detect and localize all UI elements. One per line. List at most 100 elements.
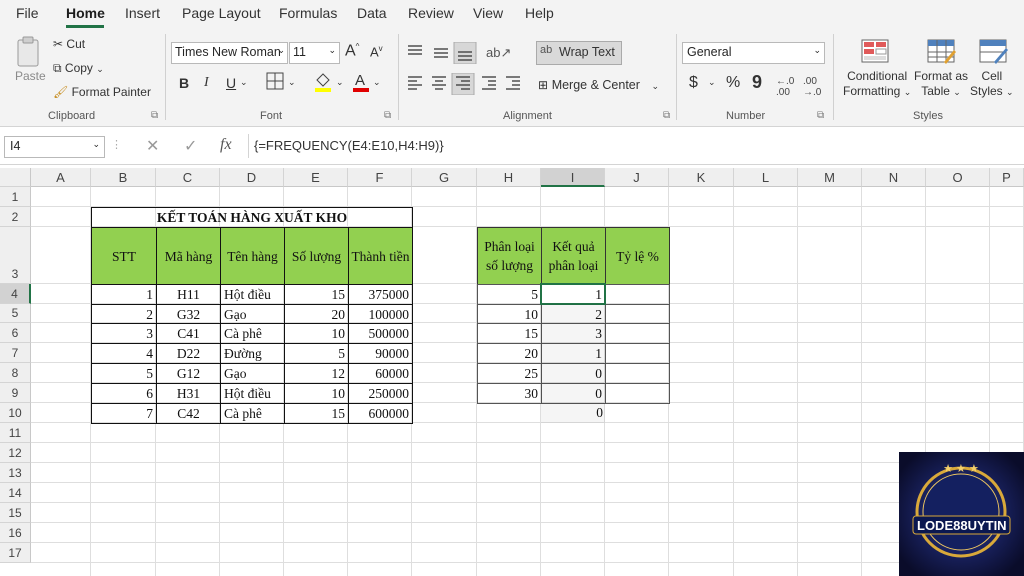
menu-data[interactable]: Data [357, 5, 387, 21]
menu-page-layout[interactable]: Page Layout [182, 5, 261, 21]
row-header-3[interactable]: 3 [0, 227, 31, 284]
column-header-k[interactable]: K [669, 168, 734, 187]
table-header-cell[interactable]: Tên hàng [220, 227, 285, 285]
underline-button[interactable]: U [226, 75, 236, 91]
column-header-j[interactable]: J [605, 168, 669, 187]
table-cell[interactable]: Đường [220, 343, 285, 364]
column-header-l[interactable]: L [734, 168, 798, 187]
table-cell[interactable]: 7 [91, 403, 157, 424]
font-name-select[interactable]: Times New Roman ⌄ [171, 42, 288, 64]
row-header-4[interactable]: 4 [0, 284, 31, 304]
table-cell[interactable]: 1 [91, 284, 157, 305]
row-header-6[interactable]: 6 [0, 323, 31, 343]
ratio-cell[interactable] [605, 323, 670, 344]
table-cell[interactable]: 10 [284, 383, 349, 404]
table-cell[interactable]: 20 [284, 304, 349, 324]
row-header-5[interactable]: 5 [0, 304, 31, 323]
table-cell[interactable]: 100000 [348, 304, 413, 324]
number-launcher-icon[interactable]: ⧉ [817, 110, 824, 121]
column-header-g[interactable]: G [412, 168, 477, 187]
menu-help[interactable]: Help [525, 5, 554, 21]
column-header-o[interactable]: O [926, 168, 990, 187]
column-header-b[interactable]: B [91, 168, 156, 187]
row-header-9[interactable]: 9 [0, 383, 31, 403]
table-cell[interactable]: 15 [284, 403, 349, 424]
table-cell[interactable]: 90000 [348, 343, 413, 364]
percent-button[interactable]: % [726, 74, 740, 92]
ratio-cell[interactable] [605, 343, 670, 364]
format-painter-button[interactable]: 🖌 Format Painter [53, 85, 151, 99]
shrink-font-button[interactable]: Av [370, 44, 383, 59]
table-cell[interactable]: 2 [91, 304, 157, 324]
table-cell[interactable]: 3 [91, 323, 157, 344]
table-cell[interactable]: 600000 [348, 403, 413, 424]
decrease-decimal-icon[interactable]: .00 →.0 [803, 76, 821, 98]
row-header-12[interactable]: 12 [0, 443, 31, 463]
table-cell[interactable]: 60000 [348, 363, 413, 384]
bin-cell[interactable]: 15 [477, 323, 542, 344]
table-cell[interactable]: 250000 [348, 383, 413, 404]
select-all-corner[interactable] [0, 168, 31, 187]
row-header-8[interactable]: 8 [0, 363, 31, 383]
chevron-down-icon[interactable]: ⌄ [373, 77, 381, 88]
italic-button[interactable]: I [204, 75, 209, 91]
table-cell[interactable]: C41 [156, 323, 221, 344]
conditional-formatting-button[interactable]: Conditional Formatting ⌄ [843, 69, 911, 100]
merge-center-button[interactable]: ⊞ Merge & Center ⌄ [538, 77, 659, 92]
table-cell[interactable]: Hột điều [220, 383, 285, 404]
bin-cell[interactable]: 20 [477, 343, 542, 364]
column-header-a[interactable]: A [31, 168, 91, 187]
chevron-down-icon[interactable]: ⌄ [708, 77, 716, 88]
bold-button[interactable]: B [179, 75, 189, 91]
table-cell[interactable]: Cà phê [220, 403, 285, 424]
font-size-select[interactable]: 11 ⌄ [289, 42, 340, 64]
alignment-launcher-icon[interactable]: ⧉ [663, 110, 670, 121]
table-cell[interactable]: Gạo [220, 363, 285, 384]
enter-icon[interactable]: ✓ [184, 136, 197, 156]
grow-font-button[interactable]: A^ [345, 42, 359, 60]
fill-color-button[interactable] [313, 70, 333, 95]
number-format-select[interactable]: General ⌄ [682, 42, 825, 64]
table-cell[interactable]: 12 [284, 363, 349, 384]
bin-cell[interactable]: 30 [477, 383, 542, 404]
chevron-down-icon[interactable]: ⌄ [240, 77, 248, 88]
table-cell[interactable]: 10 [284, 323, 349, 344]
ratio-cell[interactable] [605, 284, 670, 305]
menu-insert[interactable]: Insert [125, 5, 160, 21]
ratio-cell[interactable] [605, 304, 670, 324]
table-cell[interactable]: 15 [284, 284, 349, 305]
bin-cell[interactable]: 5 [477, 284, 542, 305]
table-cell[interactable]: G12 [156, 363, 221, 384]
table-header-cell[interactable]: Mã hàng [156, 227, 221, 285]
horizontal-align-icons[interactable] [404, 73, 528, 95]
column-header-c[interactable]: C [156, 168, 220, 187]
table-cell[interactable]: 500000 [348, 323, 413, 344]
table-cell[interactable]: Gạo [220, 304, 285, 324]
table-cell[interactable]: G32 [156, 304, 221, 324]
cut-button[interactable]: ✂ Cut [53, 37, 85, 51]
table-cell[interactable]: H31 [156, 383, 221, 404]
column-header-i[interactable]: I [541, 168, 605, 187]
table-cell[interactable]: H11 [156, 284, 221, 305]
increase-decimal-icon[interactable]: ←.0.00 [776, 76, 794, 98]
borders-button[interactable] [266, 72, 284, 93]
currency-button[interactable]: $ [689, 74, 698, 92]
bin-cell[interactable]: 25 [477, 363, 542, 384]
row-header-11[interactable]: 11 [0, 423, 31, 443]
table-cell[interactable]: 5 [284, 343, 349, 364]
frequency-header-cell[interactable]: Tỷ lệ % [605, 227, 670, 285]
copy-button[interactable]: ⧉ Copy ⌄ [53, 61, 104, 76]
column-header-e[interactable]: E [284, 168, 348, 187]
row-header-13[interactable]: 13 [0, 463, 31, 483]
column-header-d[interactable]: D [220, 168, 284, 187]
row-header-1[interactable]: 1 [0, 187, 31, 207]
formula-input[interactable]: {=FREQUENCY(E4:E10,H4:H9)} [254, 138, 444, 153]
comma-style-button[interactable]: 9 [752, 72, 762, 93]
frequency-header-cell[interactable]: Kết quả phân loại [541, 227, 606, 285]
cancel-icon[interactable]: ✕ [146, 136, 159, 156]
chevron-down-icon[interactable]: ⌄ [288, 77, 296, 88]
ratio-cell[interactable] [605, 363, 670, 384]
ratio-cell[interactable] [605, 383, 670, 404]
name-box[interactable]: I4 ⌄ [4, 136, 105, 158]
menu-review[interactable]: Review [408, 5, 454, 21]
